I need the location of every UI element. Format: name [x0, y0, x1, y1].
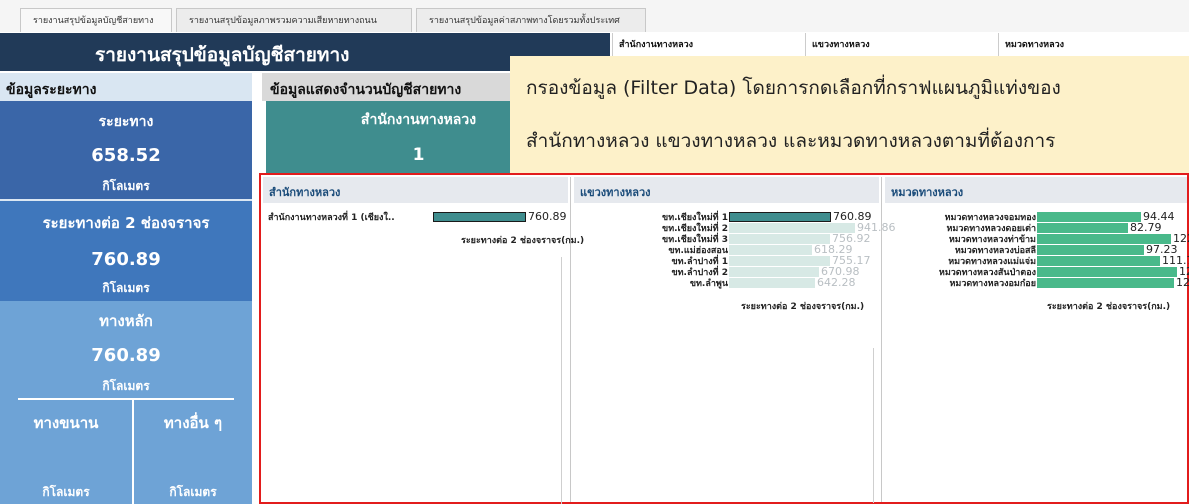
section-axis-title: ระยะทางต่อ 2 ช่องจราจร(กม.) — [1047, 302, 1171, 312]
section-bar-value: 82.79 — [1130, 221, 1162, 234]
kpi-distance: ระยะทาง 658.52 กิโลเมตร — [0, 101, 252, 199]
bureau-chart-title: สำนักทางหลวง — [269, 186, 341, 199]
kpi-other-road-unit: กิโลเมตร — [169, 485, 217, 499]
bureau-chart-header: สำนักทางหลวง — [263, 177, 568, 203]
callout-line-1: กรองข้อมูล (Filter Data) โดยการกดเลือกที… — [526, 77, 1061, 99]
district-chart-header: แขวงทางหลวง — [574, 177, 879, 203]
section-bar[interactable] — [1037, 267, 1177, 277]
section-bar[interactable] — [1037, 245, 1144, 255]
distance-panel-header: ข้อมูลระยะทาง — [0, 73, 252, 101]
callout-line-2: สำนักทางหลวง แขวงทางหลวง และหมวดทางหลวงต… — [526, 130, 1056, 152]
kpi-parallel-road-label: ทางขนาน — [33, 414, 99, 432]
kpi-two-lane-distance: ระยะทางต่อ 2 ช่องจราจร 760.89 กิโลเมตร — [0, 201, 252, 301]
kpi-distance-value: 658.52 — [91, 145, 161, 166]
kpi-two-lane-label: ระยะทางต่อ 2 ช่องจราจร — [42, 214, 210, 232]
filter-district-label: แขวงทางหลวง — [812, 40, 870, 50]
kpi-main-road-label: ทางหลัก — [99, 312, 153, 330]
count-section-title: ข้อมูลแสดงจำนวนบัญชีสายทาง — [270, 82, 462, 98]
kpi-two-lane-value: 760.89 — [91, 249, 161, 270]
kpi-distance-label: ระยะทาง — [98, 114, 154, 130]
section-chart-title: หมวดทางหลวง — [891, 186, 964, 199]
kpi-other-road-label: ทางอื่น ๆ — [163, 414, 223, 432]
section-category-label[interactable]: หมวดทางหลวงอมก๋อย — [261, 276, 1036, 290]
distance-panel: ข้อมูลระยะทาง ระยะทาง 658.52 กิโลเมตร ระ… — [0, 73, 252, 504]
bureau-chart-scrollbar[interactable] — [561, 257, 562, 504]
filter-section-label: หมวดทางหลวง — [1005, 40, 1065, 50]
kpi-parallel-road-unit: กิโลเมตร — [42, 485, 90, 499]
section-bar[interactable] — [1037, 256, 1160, 266]
kpi-main-road: ทางหลัก 760.89 กิโลเมตร ทางขนาน ทางอื่น … — [0, 301, 252, 504]
section-bar[interactable] — [1037, 212, 1141, 222]
tab-road-damage-report[interactable]: รายงานสรุปข้อมูลภาพรวมความเสียหายทางถนน — [176, 8, 412, 32]
tab-road-condition-report[interactable]: รายงานสรุปข้อมูลค่าสภาพทางโดยรวมทั้งประเ… — [416, 8, 646, 32]
filter-instruction-callout: กรองข้อมูล (Filter Data) โดยการกดเลือกที… — [510, 56, 1189, 173]
kpi-divider-horizontal — [18, 398, 234, 400]
filter-bureau-label: สำนักงานทางหลวง — [619, 40, 694, 50]
section-bar[interactable] — [1037, 223, 1128, 233]
kpi-main-road-unit: กิโลเมตร — [102, 379, 150, 393]
bar-chart-panels: สำนักทางหลวง แขวงทางหลวง หมวดทางหลวง สำน… — [259, 173, 1189, 504]
section-bar[interactable] — [1037, 278, 1174, 288]
district-chart-title: แขวงทางหลวง — [580, 186, 651, 199]
kpi-distance-unit: กิโลเมตร — [102, 179, 150, 193]
district-axis-title: ระยะทางต่อ 2 ช่องจราจร(กม.) — [741, 302, 865, 312]
page-title: รายงานสรุปข้อมูลบัญชีสายทาง — [95, 44, 350, 66]
tab-road-inventory-report[interactable]: รายงานสรุปข้อมูลบัญชีสายทาง — [20, 8, 172, 32]
section-chart-header: หมวดทางหลวง — [885, 177, 1187, 203]
kpi-main-road-value: 760.89 — [91, 345, 161, 366]
district-chart-scrollbar[interactable] — [873, 348, 874, 503]
kpi-two-lane-unit: กิโลเมตร — [102, 281, 150, 295]
report-tab-bar: รายงานสรุปข้อมูลบัญชีสายทาง รายงานสรุปข้… — [0, 0, 1189, 32]
distance-panel-title: ข้อมูลระยะทาง — [6, 82, 97, 98]
section-bar-value: 124.95 — [1176, 276, 1189, 289]
